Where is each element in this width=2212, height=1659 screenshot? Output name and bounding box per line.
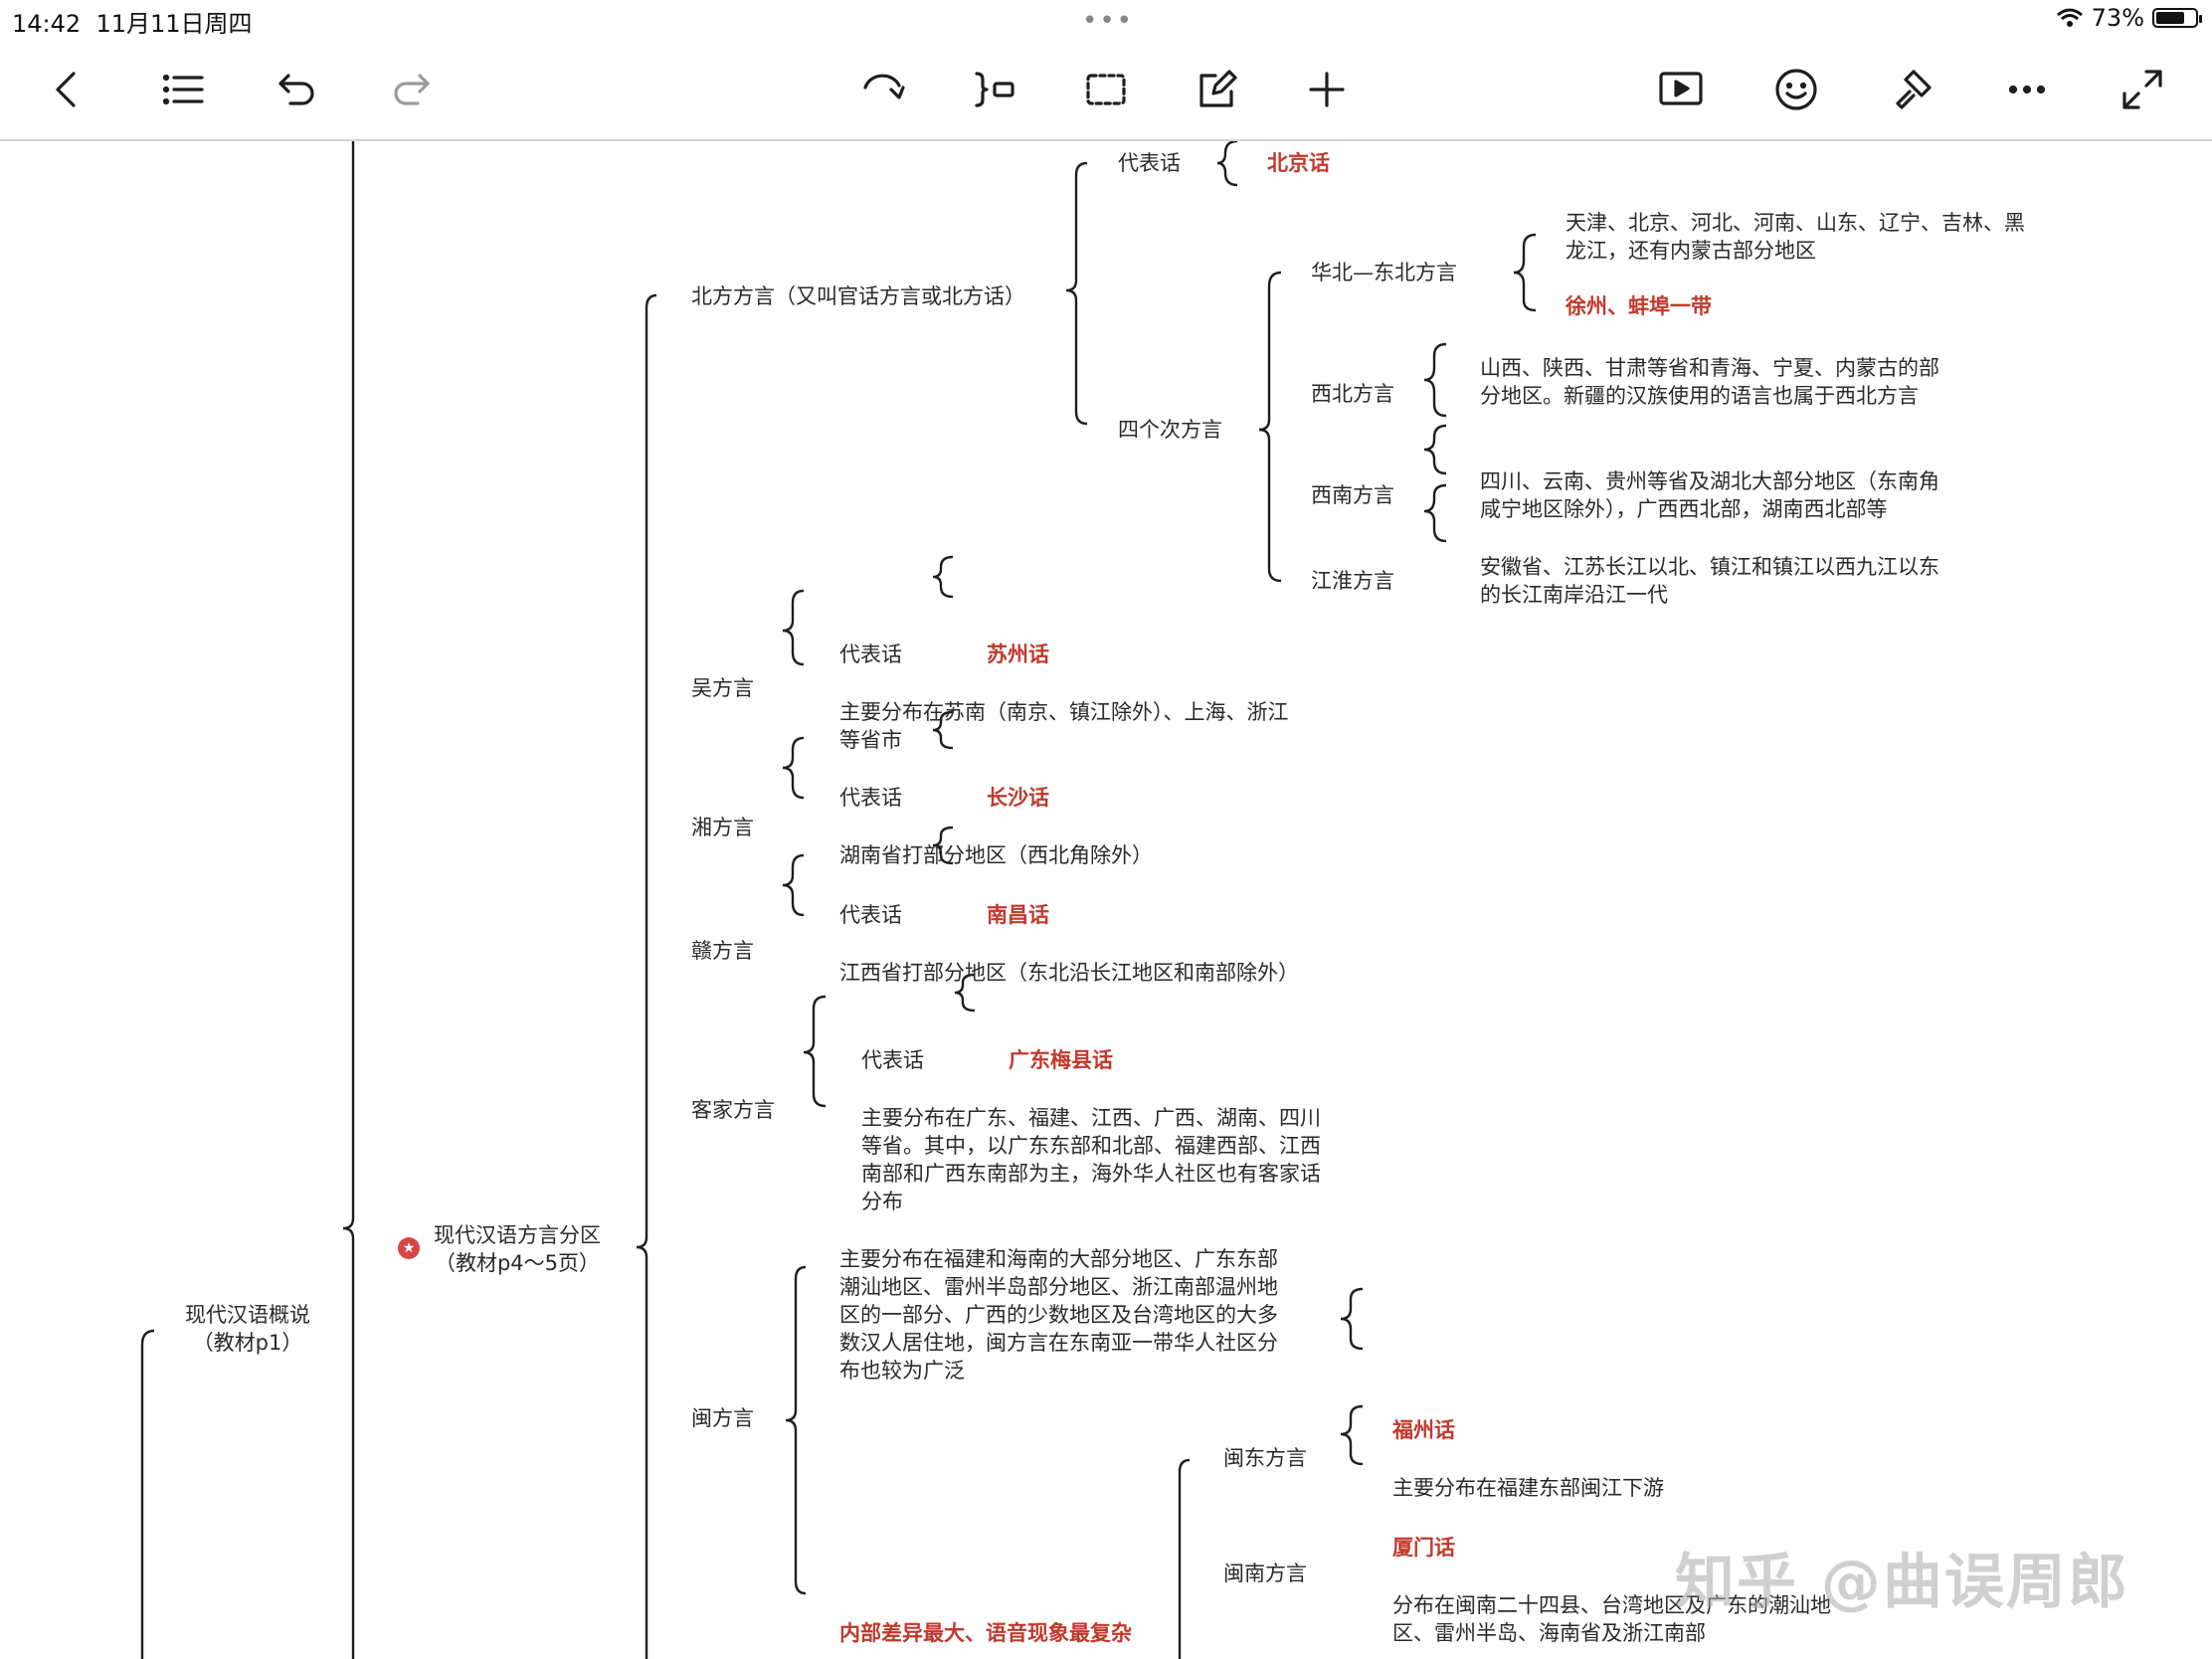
summary-bracket-icon[interactable] [963, 58, 1026, 121]
topic-xibei-area[interactable]: 山西、陕西、甘肃等省和青海、宁夏、内蒙古的部分地区。新疆的汉族使用的语言也属于西… [1480, 354, 1947, 410]
topic-mindong[interactable]: 闽东方言 [1223, 1444, 1307, 1472]
more-icon[interactable] [1995, 58, 2059, 121]
battery-icon [2152, 8, 2202, 28]
edit-note-icon[interactable] [1186, 58, 1249, 121]
root-topic[interactable]: 现代汉语概说 （教材p1） [185, 1301, 310, 1357]
topic-xiang-dialect[interactable]: 湘方言 [691, 814, 754, 841]
boundary-select-icon[interactable] [1074, 58, 1138, 121]
topic-xiang-rep-label[interactable]: 代表话 [839, 784, 902, 812]
topic-min-feature[interactable]: 内部差异最大、语音现象最复杂 [839, 1619, 1132, 1647]
battery-percent: 73% [2091, 4, 2144, 32]
emoji-icon[interactable] [1764, 58, 1828, 121]
fullscreen-icon[interactable] [2111, 58, 2174, 121]
topic-wu-rep-value[interactable]: 苏州话 [987, 641, 1049, 668]
topic-four-sub-dialects[interactable]: 四个次方言 [1118, 416, 1222, 444]
topic-gan-area[interactable]: 江西省打部分地区（东北沿长江地区和南部除外） [839, 959, 1299, 987]
topic-north-dialect[interactable]: 北方方言（又叫官话方言或北方话） [691, 282, 1025, 310]
topic-mindong-rep[interactable]: 福州话 [1392, 1416, 1455, 1444]
topic-min-dialect[interactable]: 闽方言 [691, 1404, 754, 1432]
topic-xinan-area[interactable]: 四川、云南、贵州等省及湖北大部分地区（东南角咸宁地区除外），广西西北部，湖南西北… [1480, 467, 1947, 523]
branch-topic-subtitle: （教材p4～5页） [434, 1251, 601, 1275]
root-topic-subtitle: （教材p1） [192, 1331, 303, 1355]
topic-wu-dialect[interactable]: 吴方言 [691, 674, 754, 702]
status-right: 73% [2056, 4, 2202, 32]
link-curve-icon[interactable] [851, 58, 915, 121]
branch-topic-title: 现代汉语方言分区 [434, 1223, 601, 1247]
topic-xiang-rep-value[interactable]: 长沙话 [987, 784, 1049, 812]
undo-icon[interactable] [265, 58, 328, 121]
topic-jianghuai-area[interactable]: 安徽省、江苏长江以北、镇江和镇江以西九江以东的长江南岸沿江一代 [1480, 553, 1947, 609]
topic-kejia-dialect[interactable]: 客家方言 [691, 1096, 775, 1124]
star-marker-icon[interactable]: ★ [398, 1237, 420, 1259]
mindmap-canvas[interactable]: 现代汉语概说 （教材p1） ★ 现代汉语方言分区 （教材p4～5页） 北方方言（… [0, 141, 2212, 1659]
status-time: 14:42 11月11日周四 [12, 10, 253, 38]
status-bar: 14:42 11月11日周四 ••• 73% [0, 0, 2212, 40]
add-icon[interactable] [1295, 58, 1359, 121]
watermark: 知乎 @曲误周郎 [1675, 1548, 2129, 1617]
back-icon[interactable] [36, 58, 99, 121]
outline-list-icon[interactable] [151, 58, 215, 121]
multitask-dots-icon[interactable]: ••• [1082, 6, 1134, 36]
redo-icon[interactable] [380, 58, 444, 121]
root-topic-title: 现代汉语概说 [185, 1303, 310, 1327]
topic-north-rep-label[interactable]: 代表话 [1118, 149, 1181, 177]
topic-gan-rep-label[interactable]: 代表话 [839, 901, 902, 929]
topic-kejia-rep-value[interactable]: 广东梅县话 [1009, 1046, 1113, 1074]
topic-huabei-dongbei[interactable]: 华北—东北方言 [1311, 259, 1457, 286]
format-brush-icon[interactable] [1880, 58, 1943, 121]
topic-xinan[interactable]: 西南方言 [1311, 481, 1394, 509]
topic-wu-rep-label[interactable]: 代表话 [839, 641, 902, 668]
topic-minnan[interactable]: 闽南方言 [1223, 1560, 1307, 1587]
topic-xiang-area[interactable]: 湖南省打部分地区（西北角除外） [839, 841, 1297, 869]
topic-huabei-area[interactable]: 天津、北京、河北、河南、山东、辽宁、吉林、黑龙江，还有内蒙古部分地区 [1566, 209, 2033, 265]
topic-jianghuai[interactable]: 江淮方言 [1311, 567, 1394, 595]
branch-topic-dialect-regions[interactable]: 现代汉语方言分区 （教材p4～5页） [434, 1221, 601, 1277]
present-play-icon[interactable] [1649, 58, 1713, 121]
wifi-icon [2056, 8, 2083, 27]
topic-kejia-rep-label[interactable]: 代表话 [861, 1046, 924, 1074]
topic-min-area[interactable]: 主要分布在福建和海南的大部分地区、广东东部潮汕地区、雷州半岛部分地区、浙江南部温… [839, 1245, 1297, 1384]
topic-huabei-extra[interactable]: 徐州、蚌埠一带 [1566, 292, 1712, 320]
toolbar [0, 40, 2212, 141]
topic-kejia-area[interactable]: 主要分布在广东、福建、江西、广西、湖南、四川等省。其中，以广东东部和北部、福建西… [861, 1104, 1329, 1215]
topic-north-rep-value[interactable]: 北京话 [1267, 149, 1330, 177]
topic-gan-dialect[interactable]: 赣方言 [691, 937, 754, 965]
topic-mindong-area[interactable]: 主要分布在福建东部闽江下游 [1392, 1474, 1664, 1502]
topic-gan-rep-value[interactable]: 南昌话 [987, 901, 1049, 929]
topic-wu-area[interactable]: 主要分布在苏南（南京、镇江除外）、上海、浙江等省市 [839, 698, 1297, 754]
topic-xibei[interactable]: 西北方言 [1311, 380, 1394, 408]
topic-minnan-rep[interactable]: 厦门话 [1392, 1534, 1455, 1562]
